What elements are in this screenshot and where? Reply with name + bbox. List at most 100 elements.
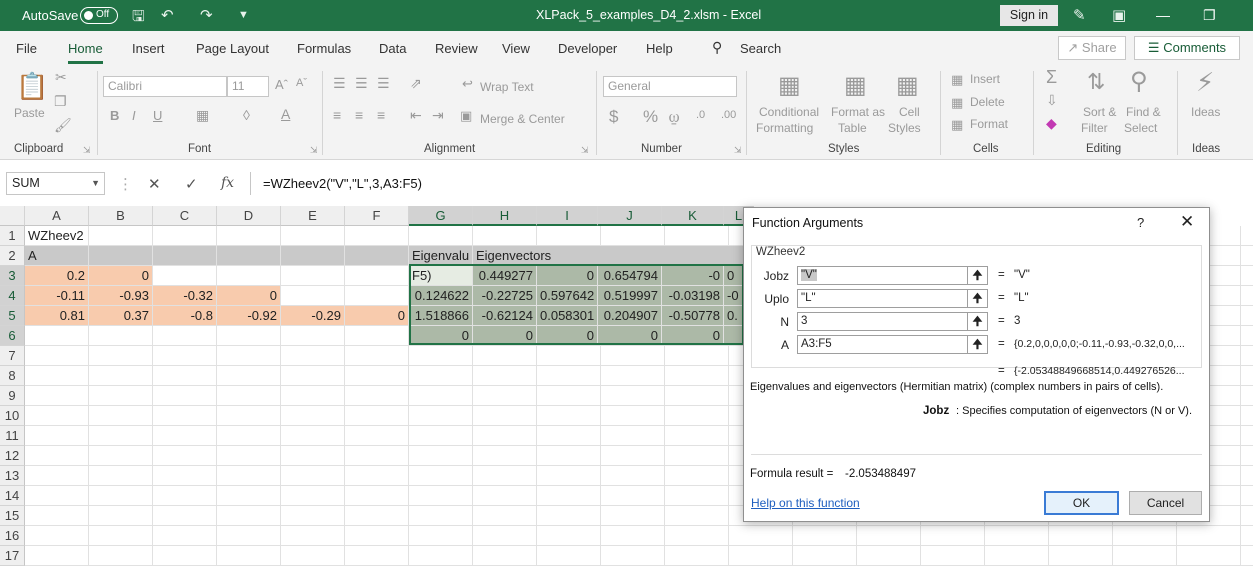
tab-developer[interactable]: Developer — [558, 41, 617, 56]
number-launcher-icon[interactable]: ⇲ — [734, 145, 742, 156]
cell-i5[interactable]: 0.058301 — [537, 306, 598, 326]
row-header[interactable]: 3 — [0, 266, 25, 286]
column-header[interactable]: E — [281, 206, 345, 226]
font-name-dropdown[interactable]: Calibri — [103, 76, 227, 97]
row-header[interactable]: 9 — [0, 386, 25, 406]
uplo-input[interactable]: "L" — [797, 289, 968, 308]
fill-icon[interactable]: ⇩ — [1046, 92, 1058, 109]
cell-styles-label-2[interactable]: Styles — [888, 120, 921, 136]
find-select-icon[interactable]: ⚲ — [1130, 67, 1148, 96]
font-size-dropdown[interactable]: 11 — [227, 76, 269, 97]
cell-h4[interactable]: -0.22725 — [473, 286, 537, 306]
cell-d3[interactable] — [217, 266, 281, 286]
conditional-formatting-label-2[interactable]: Formatting — [756, 120, 813, 136]
sign-in-button[interactable]: Sign in — [1000, 5, 1058, 26]
row-header[interactable]: 11 — [0, 426, 25, 446]
cell-b5[interactable]: 0.37 — [89, 306, 153, 326]
cell-h3[interactable]: 0.449277 — [473, 266, 537, 286]
format-as-table-label-2[interactable]: Table — [838, 120, 867, 136]
paste-icon[interactable]: 📋 — [16, 71, 48, 102]
cell-i6[interactable]: 0 — [537, 326, 598, 346]
row-header[interactable]: 16 — [0, 526, 25, 546]
cell-g5[interactable]: 1.518866 — [409, 306, 473, 326]
cell-f4[interactable] — [345, 286, 409, 306]
column-header[interactable]: D — [217, 206, 281, 226]
merge-center-button[interactable]: Merge & Center — [480, 111, 565, 127]
ideas-button[interactable]: Ideas — [1191, 104, 1220, 120]
tab-formulas[interactable]: Formulas — [297, 41, 351, 56]
cell-j3[interactable]: 0.654794 — [598, 266, 662, 286]
find-select-label-1[interactable]: Find & — [1126, 104, 1161, 120]
cell-l6[interactable] — [724, 326, 744, 346]
autosave-toggle[interactable]: Off — [80, 7, 118, 24]
tab-help[interactable]: Help — [646, 41, 673, 56]
conditional-formatting-icon[interactable]: ▦ — [778, 71, 801, 100]
cell-d5[interactable]: -0.92 — [217, 306, 281, 326]
percent-icon[interactable]: % — [643, 107, 658, 127]
ok-button[interactable]: OK — [1044, 491, 1119, 515]
sort-filter-icon[interactable]: ⇅ — [1087, 69, 1105, 95]
column-header[interactable]: J — [598, 206, 662, 226]
help-on-function-link[interactable]: Help on this function — [751, 496, 860, 510]
cell-f2[interactable] — [345, 246, 409, 266]
italic-icon[interactable]: I — [132, 108, 136, 123]
align-middle-icon[interactable]: ☰ — [355, 75, 368, 92]
cell-j6[interactable]: 0 — [598, 326, 662, 346]
column-header[interactable]: G — [409, 206, 473, 226]
row-header[interactable]: 5 — [0, 306, 25, 326]
wrap-text-button[interactable]: Wrap Text — [480, 79, 534, 95]
restore-icon[interactable]: ❐ — [1203, 7, 1216, 24]
tab-data[interactable]: Data — [379, 41, 406, 56]
insert-cells-button[interactable]: Insert — [970, 71, 1000, 87]
cancel-icon[interactable]: ✕ — [148, 175, 161, 193]
cell-l4[interactable]: -0 — [724, 286, 744, 306]
cell-i4[interactable]: 0.597642 — [537, 286, 598, 306]
cell-h6[interactable]: 0 — [473, 326, 537, 346]
sort-filter-label-1[interactable]: Sort & — [1083, 104, 1116, 120]
row-header[interactable]: 2 — [0, 246, 25, 266]
number-format-dropdown[interactable]: General — [603, 76, 737, 97]
enter-icon[interactable]: ✓ — [185, 175, 198, 193]
cell-b3[interactable]: 0 — [89, 266, 153, 286]
help-icon[interactable]: ? — [1137, 215, 1144, 230]
clear-icon[interactable]: ◆ — [1046, 115, 1057, 132]
column-header[interactable]: A — [25, 206, 89, 226]
increase-indent-icon[interactable]: ⇥ — [432, 107, 444, 124]
cell-styles-icon[interactable]: ▦ — [896, 71, 919, 100]
cell-l5[interactable]: 0. — [724, 306, 744, 326]
cell-k6[interactable]: 0 — [662, 326, 724, 346]
row-header[interactable]: 1 — [0, 226, 25, 246]
wrap-text-icon[interactable]: ↩ — [462, 76, 473, 92]
row-header[interactable]: 4 — [0, 286, 25, 306]
cell-e2[interactable] — [281, 246, 345, 266]
fill-color-icon[interactable]: ◊ — [243, 107, 250, 123]
cut-icon[interactable]: ✂ — [55, 69, 67, 86]
cell-k5[interactable]: -0.50778 — [662, 306, 724, 326]
row-header[interactable]: 14 — [0, 486, 25, 506]
row-header[interactable]: 12 — [0, 446, 25, 466]
currency-icon[interactable]: $ — [609, 107, 618, 127]
cell-g4[interactable]: 0.124622 — [409, 286, 473, 306]
conditional-formatting-label-1[interactable]: Conditional — [759, 104, 819, 120]
cell-c4[interactable]: -0.32 — [153, 286, 217, 306]
cell-i3[interactable]: 0 — [537, 266, 598, 286]
align-center-icon[interactable]: ≡ — [355, 107, 363, 123]
collapse-dialog-icon[interactable]: 🠉 — [967, 266, 988, 285]
find-select-label-2[interactable]: Select — [1124, 120, 1157, 136]
decrease-decimal-icon[interactable]: .00 — [721, 109, 736, 121]
copy-icon[interactable]: ❐ — [54, 93, 67, 110]
n-input[interactable]: 3 — [797, 312, 968, 331]
bold-icon[interactable]: B — [110, 108, 119, 123]
tab-file[interactable]: File — [16, 41, 37, 56]
grow-font-icon[interactable]: Aˆ — [275, 77, 288, 92]
comma-icon[interactable]: ⍹ — [669, 107, 679, 127]
align-bottom-icon[interactable]: ☰ — [377, 75, 390, 92]
row-header[interactable]: 17 — [0, 546, 25, 566]
column-header[interactable]: I — [537, 206, 598, 226]
cell-e3[interactable] — [281, 266, 345, 286]
clipboard-launcher-icon[interactable]: ⇲ — [83, 145, 91, 156]
row-header[interactable]: 8 — [0, 366, 25, 386]
cell-b2[interactable] — [89, 246, 153, 266]
format-cells-icon[interactable]: ▦ — [951, 117, 963, 133]
increase-decimal-icon[interactable]: .0 — [696, 109, 705, 121]
